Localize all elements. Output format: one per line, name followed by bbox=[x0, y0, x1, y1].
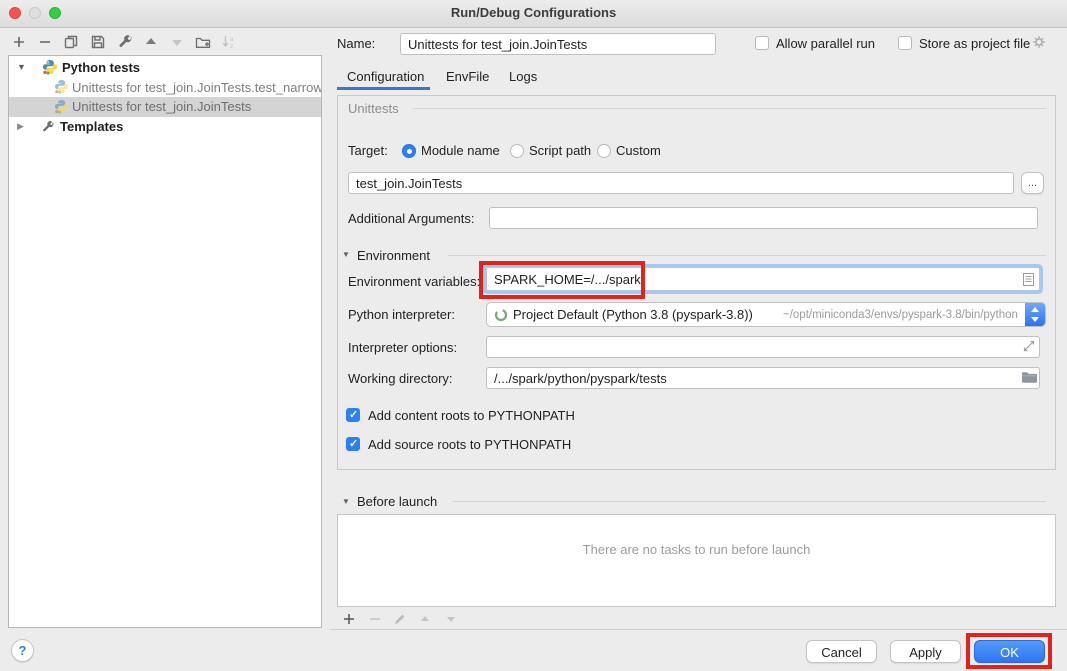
environment-variables-input[interactable] bbox=[486, 267, 1040, 291]
move-down-icon bbox=[168, 33, 186, 51]
python-test-icon bbox=[54, 99, 70, 115]
tree-item-python-tests[interactable]: ▼ Python tests bbox=[9, 58, 321, 78]
edit-templates-icon[interactable] bbox=[116, 33, 134, 51]
interpreter-value: Project Default (Python 3.8 (pyspark-3.8… bbox=[513, 307, 753, 322]
before-launch-remove-icon bbox=[367, 611, 383, 627]
svg-text:a: a bbox=[230, 36, 234, 43]
radio-custom[interactable] bbox=[597, 144, 611, 158]
ok-button[interactable]: OK bbox=[974, 640, 1045, 663]
interpreter-options-label: Interpreter options: bbox=[348, 340, 457, 355]
allow-parallel-run-checkbox[interactable] bbox=[755, 36, 769, 50]
tab-logs[interactable]: Logs bbox=[509, 69, 537, 84]
store-as-project-file-label: Store as project file bbox=[919, 36, 1030, 51]
before-launch-section-line bbox=[452, 501, 1046, 502]
browse-folder-icon[interactable] bbox=[1021, 370, 1037, 387]
environment-section-line bbox=[448, 255, 1046, 256]
save-configuration-icon[interactable] bbox=[89, 33, 107, 51]
python-interpreter-select[interactable]: Project Default (Python 3.8 (pyspark-3.8… bbox=[486, 302, 1046, 327]
tree-item-test-narrow[interactable]: Unittests for test_join.JoinTests.test_n… bbox=[9, 78, 321, 98]
additional-arguments-input[interactable] bbox=[489, 207, 1038, 229]
browse-module-button[interactable]: ... bbox=[1021, 172, 1044, 194]
active-tab-underline bbox=[337, 87, 430, 90]
interpreter-options-input[interactable] bbox=[486, 336, 1040, 358]
radio-custom-label: Custom bbox=[616, 143, 661, 158]
configurations-tree: ▼ Python tests Unittests for test_join.J… bbox=[8, 55, 322, 628]
store-options-gear-icon[interactable] bbox=[1031, 34, 1047, 53]
working-directory-input[interactable] bbox=[486, 367, 1040, 389]
help-button[interactable]: ? bbox=[11, 639, 34, 662]
radio-module-name[interactable] bbox=[402, 144, 416, 158]
content-roots-label: Add content roots to PYTHONPATH bbox=[368, 408, 575, 423]
tab-envfile[interactable]: EnvFile bbox=[446, 69, 489, 84]
remove-configuration-icon[interactable] bbox=[36, 33, 54, 51]
environment-collapse-icon[interactable]: ▼ bbox=[342, 250, 350, 259]
title-bar: Run/Debug Configurations bbox=[0, 0, 1067, 28]
working-directory-label: Working directory: bbox=[348, 371, 453, 386]
before-launch-section-label: Before launch bbox=[357, 494, 437, 509]
apply-button[interactable]: Apply bbox=[890, 640, 961, 663]
radio-module-name-label: Module name bbox=[421, 143, 500, 158]
python-tests-icon bbox=[42, 59, 58, 75]
new-folder-icon[interactable] bbox=[194, 33, 212, 51]
name-label: Name: bbox=[337, 36, 375, 51]
group-title-line bbox=[412, 108, 1046, 109]
add-configuration-icon[interactable] bbox=[10, 33, 28, 51]
before-launch-empty-text: There are no tasks to run before launch bbox=[337, 542, 1056, 557]
target-label: Target: bbox=[348, 143, 388, 158]
templates-wrench-icon bbox=[41, 120, 57, 136]
additional-arguments-label: Additional Arguments: bbox=[348, 211, 474, 226]
run-debug-configurations-dialog: Run/Debug Configurations az ▼ Python tes… bbox=[0, 0, 1067, 671]
before-launch-move-down-icon bbox=[443, 611, 459, 627]
radio-script-path-label: Script path bbox=[529, 143, 591, 158]
before-launch-add-icon[interactable] bbox=[341, 611, 357, 627]
radio-script-path[interactable] bbox=[510, 144, 524, 158]
content-roots-checkbox[interactable] bbox=[346, 408, 360, 422]
copy-configuration-icon[interactable] bbox=[62, 33, 80, 51]
source-roots-checkbox[interactable] bbox=[346, 437, 360, 451]
tree-item-label: Unittests for test_join.JoinTests bbox=[72, 99, 251, 114]
tree-item-label: Unittests for test_join.JoinTests.test_n… bbox=[72, 80, 321, 95]
env-variables-browse-icon[interactable] bbox=[1022, 272, 1035, 290]
unittests-group-title: Unittests bbox=[348, 101, 399, 116]
interpreter-path: ~/opt/miniconda3/envs/pyspark-3.8/bin/py… bbox=[783, 309, 1018, 321]
python-interpreter-label: Python interpreter: bbox=[348, 307, 455, 322]
tree-item-jointests-selected[interactable]: Unittests for test_join.JoinTests bbox=[9, 97, 321, 117]
chevron-collapsed-icon[interactable]: ▶ bbox=[17, 121, 24, 132]
name-input[interactable] bbox=[400, 33, 716, 55]
tab-configuration[interactable]: Configuration bbox=[347, 69, 424, 84]
tree-item-label: Python tests bbox=[62, 60, 140, 75]
tree-item-label: Templates bbox=[60, 119, 123, 134]
tree-item-templates[interactable]: ▶ Templates bbox=[9, 117, 321, 137]
before-launch-edit-icon bbox=[392, 611, 408, 627]
chevron-expanded-icon[interactable]: ▼ bbox=[17, 62, 26, 72]
before-launch-task-list[interactable] bbox=[337, 514, 1056, 607]
store-as-project-file-checkbox[interactable] bbox=[898, 36, 912, 50]
cancel-button[interactable]: Cancel bbox=[806, 640, 877, 663]
allow-parallel-run-label: Allow parallel run bbox=[776, 36, 875, 51]
before-launch-collapse-icon[interactable]: ▼ bbox=[342, 497, 350, 506]
conda-env-icon bbox=[494, 308, 508, 325]
environment-section-label: Environment bbox=[357, 248, 430, 263]
move-up-icon[interactable] bbox=[142, 33, 160, 51]
python-test-icon bbox=[54, 79, 70, 95]
environment-variables-label: Environment variables: bbox=[348, 274, 480, 289]
svg-text:z: z bbox=[230, 43, 233, 50]
expand-field-icon[interactable] bbox=[1022, 339, 1036, 356]
source-roots-label: Add source roots to PYTHONPATH bbox=[368, 437, 571, 452]
sort-alphabetically-icon: az bbox=[220, 33, 238, 51]
window-title: Run/Debug Configurations bbox=[0, 0, 1067, 26]
combo-stepper-icon[interactable] bbox=[1025, 303, 1045, 326]
module-name-input[interactable] bbox=[348, 172, 1014, 194]
footer-separator bbox=[330, 629, 1067, 630]
before-launch-move-up-icon bbox=[417, 611, 433, 627]
